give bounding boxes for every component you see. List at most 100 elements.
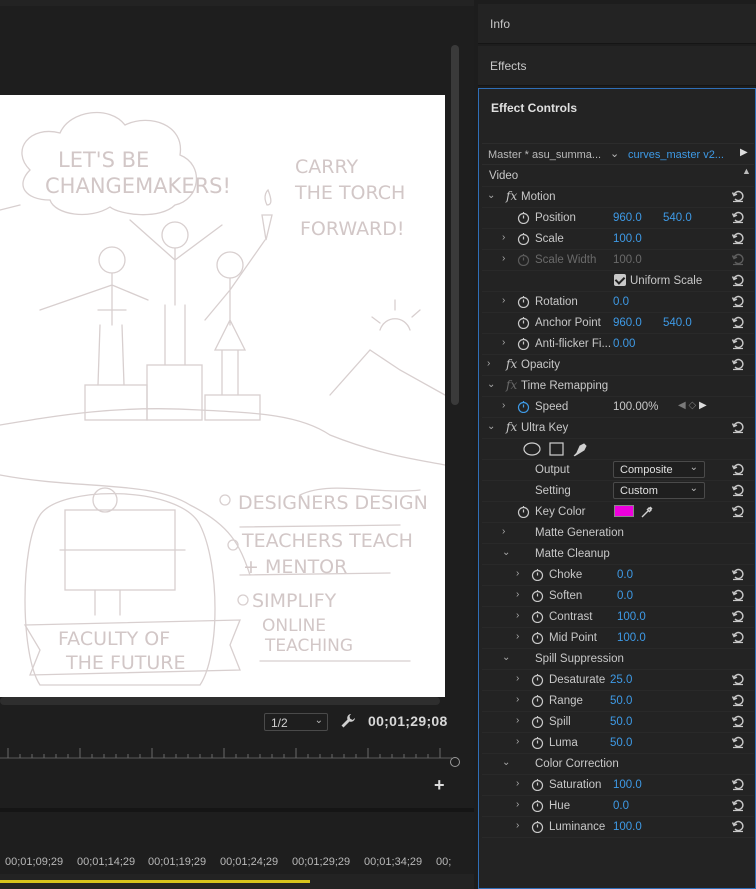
master-clip-label[interactable]: Master * asu_summa... [488, 149, 601, 161]
reset-icon[interactable] [731, 588, 745, 602]
stopwatch-icon[interactable] [531, 694, 544, 707]
reset-icon[interactable] [731, 714, 745, 728]
twirl-right-icon[interactable]: › [502, 526, 505, 537]
monitor-horizontal-scrollbar[interactable] [0, 697, 440, 705]
playhead-timecode[interactable]: 00;01;29;08 [368, 713, 448, 729]
reset-icon[interactable] [731, 294, 745, 308]
eyedropper-icon[interactable] [640, 505, 654, 519]
stopwatch-icon[interactable] [531, 736, 544, 749]
uniform-scale-checkbox[interactable] [614, 274, 626, 286]
twirl-down-icon[interactable]: ⌄ [487, 421, 495, 432]
position-y-value[interactable]: 540.0 [663, 212, 692, 224]
reset-icon[interactable] [731, 777, 745, 791]
group-row-spill-suppression[interactable]: ⌄ Spill Suppression [482, 649, 754, 670]
reset-icon[interactable] [731, 798, 745, 812]
stopwatch-icon[interactable] [517, 337, 530, 350]
monitor-time-ruler[interactable] [0, 744, 460, 764]
effect-row-opacity[interactable]: › fx Opacity [482, 355, 754, 376]
scroll-up-icon[interactable]: ▲ [742, 166, 751, 176]
twirl-right-icon[interactable]: › [502, 253, 505, 264]
reset-icon[interactable] [731, 315, 745, 329]
reset-icon[interactable] [731, 357, 745, 371]
stopwatch-icon[interactable] [531, 568, 544, 581]
panel-tab-effects[interactable]: Effects [478, 46, 756, 86]
twirl-right-icon[interactable]: › [502, 337, 505, 348]
twirl-right-icon[interactable]: › [516, 610, 519, 621]
twirl-right-icon[interactable]: › [516, 715, 519, 726]
reset-icon[interactable] [731, 210, 745, 224]
key-color-swatch[interactable] [614, 505, 634, 517]
reset-icon[interactable] [731, 567, 745, 581]
stopwatch-icon-active[interactable] [517, 400, 530, 413]
playback-resolution-select[interactable]: 1/2 ⌄ [264, 713, 328, 731]
reset-icon[interactable] [731, 630, 745, 644]
rectangle-mask-icon[interactable] [549, 442, 564, 456]
reset-icon[interactable] [731, 819, 745, 833]
timeline-work-area-bar[interactable] [0, 880, 310, 883]
stopwatch-icon[interactable] [531, 631, 544, 644]
rotation-value[interactable]: 0.0 [613, 296, 629, 308]
wrench-icon[interactable] [340, 713, 356, 729]
setting-select[interactable]: Custom ⌄ [613, 482, 705, 499]
desaturate-value[interactable]: 25.0 [610, 674, 632, 686]
fx-icon[interactable]: fx [506, 420, 517, 434]
stopwatch-icon[interactable] [531, 778, 544, 791]
spill-value[interactable]: 50.0 [610, 716, 632, 728]
group-row-color-correction[interactable]: ⌄ Color Correction [482, 754, 754, 775]
panel-tab-info[interactable]: Info [478, 4, 756, 44]
panel-divider[interactable] [0, 808, 474, 812]
effect-row-motion[interactable]: ⌄ fx Motion [482, 187, 754, 208]
play-triangle-icon[interactable]: ▶ [740, 147, 748, 158]
stopwatch-icon[interactable] [531, 715, 544, 728]
reset-icon[interactable] [731, 189, 745, 203]
fx-icon[interactable]: fx [506, 189, 517, 203]
range-value[interactable]: 50.0 [610, 695, 632, 707]
stopwatch-icon[interactable] [517, 295, 530, 308]
twirl-right-icon[interactable]: › [487, 358, 490, 369]
twirl-right-icon[interactable]: › [502, 232, 505, 243]
twirl-down-icon[interactable]: ⌄ [502, 547, 510, 558]
reset-icon[interactable] [731, 504, 745, 518]
sequence-clip-link[interactable]: curves_master v2... [628, 149, 724, 161]
twirl-right-icon[interactable]: › [516, 778, 519, 789]
stopwatch-icon[interactable] [517, 232, 530, 245]
stopwatch-icon[interactable] [531, 589, 544, 602]
anchor-y-value[interactable]: 540.0 [663, 317, 692, 329]
scale-value[interactable]: 100.0 [613, 233, 642, 245]
twirl-right-icon[interactable]: › [516, 799, 519, 810]
reset-icon[interactable] [731, 231, 745, 245]
twirl-right-icon[interactable]: › [516, 694, 519, 705]
anti-flicker-value[interactable]: 0.00 [613, 338, 635, 350]
mid-point-value[interactable]: 100.0 [617, 632, 646, 644]
output-select[interactable]: Composite ⌄ [613, 461, 705, 478]
twirl-right-icon[interactable]: › [516, 736, 519, 747]
twirl-down-icon[interactable]: ⌄ [502, 652, 510, 663]
twirl-right-icon[interactable]: › [516, 589, 519, 600]
reset-icon[interactable] [731, 693, 745, 707]
twirl-down-icon[interactable]: ⌄ [502, 757, 510, 768]
twirl-right-icon[interactable]: › [516, 568, 519, 579]
twirl-down-icon[interactable]: ⌄ [487, 190, 495, 201]
luminance-value[interactable]: 100.0 [613, 821, 642, 833]
twirl-right-icon[interactable]: › [516, 673, 519, 684]
twirl-down-icon[interactable]: ⌄ [487, 379, 495, 390]
program-video-frame[interactable]: LET'S BE CHANGEMAKERS! CARRY THE TORCH F… [0, 95, 445, 697]
stopwatch-icon[interactable] [531, 799, 544, 812]
stopwatch-icon[interactable] [531, 673, 544, 686]
twirl-right-icon[interactable]: › [502, 400, 505, 411]
soften-value[interactable]: 0.0 [617, 590, 633, 602]
reset-icon[interactable] [731, 336, 745, 350]
stopwatch-icon[interactable] [531, 610, 544, 623]
effect-row-time-remapping[interactable]: ⌄ fx Time Remapping [482, 376, 754, 397]
reset-icon[interactable] [731, 672, 745, 686]
stopwatch-icon[interactable] [531, 820, 544, 833]
reset-icon[interactable] [731, 609, 745, 623]
contrast-value[interactable]: 100.0 [617, 611, 646, 623]
pen-mask-icon[interactable] [573, 443, 587, 457]
stopwatch-icon[interactable] [517, 505, 530, 518]
button-editor-plus-button[interactable]: + [434, 776, 448, 794]
uniform-scale-label[interactable]: Uniform Scale [630, 275, 702, 287]
stopwatch-icon[interactable] [517, 211, 530, 224]
group-row-matte-cleanup[interactable]: ⌄ Matte Cleanup [482, 544, 754, 565]
twirl-right-icon[interactable]: › [502, 295, 505, 306]
